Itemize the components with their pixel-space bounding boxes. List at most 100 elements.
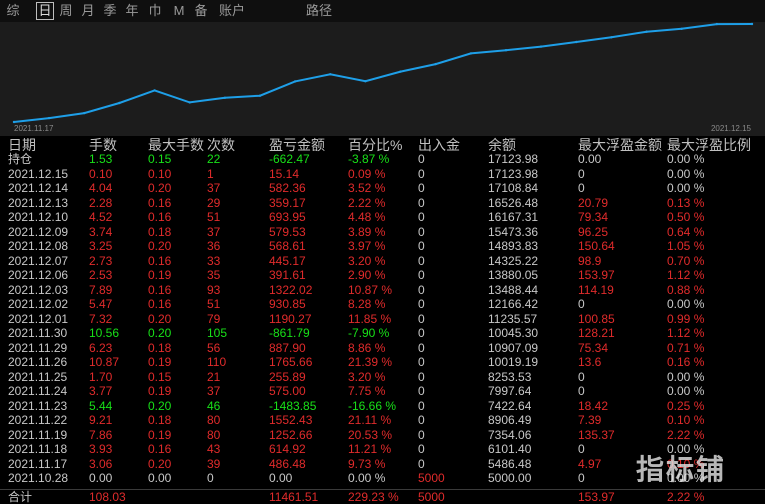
cell-io: 0 — [418, 428, 425, 443]
cell-pct: 0.09 % — [348, 167, 385, 182]
cell-date: 2021.11.30 — [8, 326, 67, 341]
tab-2[interactable]: 周 — [57, 0, 75, 22]
cell-pnl: 614.92 — [269, 442, 306, 457]
cell-io: 0 — [418, 457, 425, 472]
cell-mfe_amt: 128.21 — [578, 326, 615, 341]
cell-io: 0 — [418, 399, 425, 414]
cell-date: 2021.12.02 — [8, 297, 68, 312]
cell-date: 2021.11.29 — [8, 341, 67, 356]
tab-6[interactable]: 巾 — [146, 0, 164, 22]
table-row[interactable]: 持仓1.530.1522-662.47-3.87 %017123.980.000… — [0, 152, 765, 167]
table-row[interactable]: 2021.12.083.250.2036568.613.97 %014893.8… — [0, 239, 765, 254]
cell-io: 0 — [418, 413, 425, 428]
equity-curve-chart: 2021.11.172021.12.15 — [0, 22, 765, 136]
cell-io: 0 — [418, 210, 425, 225]
equity-point — [399, 70, 401, 72]
cell-mfe_pct: 1.12 % — [667, 326, 704, 341]
cell-mfe_pct: 0.10 % — [667, 413, 704, 428]
table-row[interactable]: 2021.11.3010.560.20105-861.79-7.90 %0100… — [0, 326, 765, 341]
tab-1[interactable]: 日 — [36, 2, 54, 20]
cell-date: 2021.11.17 — [8, 457, 67, 472]
cell-balance: 13880.05 — [488, 268, 538, 283]
cell-lots: 0.10 — [89, 167, 112, 182]
cell-balance: 11235.57 — [488, 312, 537, 327]
cell-pct: 3.20 % — [348, 370, 385, 385]
table-row[interactable]: 2021.11.235.440.2046-1483.85-16.66 %0742… — [0, 399, 765, 414]
cell-io: 5000 — [418, 471, 445, 486]
tab-0[interactable]: 综 — [4, 0, 22, 22]
cell-pct: 8.86 % — [348, 341, 385, 356]
cell-mfe_amt: 0 — [578, 471, 585, 486]
table-row[interactable]: 2021.11.251.700.1521255.893.20 %08253.53… — [0, 370, 765, 385]
cell-pct: 3.89 % — [348, 225, 385, 240]
cell-max_lots: 0.00 — [148, 471, 171, 486]
cell-count: 43 — [207, 442, 220, 457]
cell-mfe_pct: 0.64 % — [667, 225, 704, 240]
tab-10[interactable]: 路径 — [302, 0, 336, 22]
cell-pnl: 579.53 — [269, 225, 306, 240]
cell-max_lots: 0.20 — [148, 239, 171, 254]
cell-mfe_amt: 20.79 — [578, 196, 608, 211]
cell-max_lots: 0.19 — [148, 355, 171, 370]
cell-count: 21 — [207, 370, 220, 385]
tab-9[interactable]: 账户 — [215, 0, 249, 22]
cell-mfe_amt: 135.37 — [578, 428, 615, 443]
cell-balance: 8253.53 — [488, 370, 531, 385]
cell-lots: 4.04 — [89, 181, 112, 196]
cell-max_lots: 0.16 — [148, 196, 171, 211]
cell-pnl: -861.79 — [269, 326, 310, 341]
cell-pct: 2.90 % — [348, 268, 385, 283]
table-row[interactable]: 2021.11.2610.870.191101765.6621.39 %0100… — [0, 355, 765, 370]
table-row[interactable]: 2021.12.104.520.1651693.954.48 %016167.3… — [0, 210, 765, 225]
cell-date: 2021.12.01 — [8, 312, 68, 327]
cell-count: 33 — [207, 254, 220, 269]
equity-point — [224, 97, 226, 99]
cell-count: 79 — [207, 312, 220, 327]
cell-pct: 9.73 % — [348, 457, 385, 472]
table-row[interactable]: 2021.12.017.320.20791190.2711.85 %011235… — [0, 312, 765, 327]
tab-7[interactable]: M — [171, 0, 187, 22]
cell-max_lots: 0.18 — [148, 225, 171, 240]
cell-mfe_amt: 0 — [578, 370, 585, 385]
tab-3[interactable]: 月 — [79, 0, 97, 22]
cell-mfe_amt: 75.34 — [578, 341, 608, 356]
cell-date: 2021.11.23 — [8, 399, 67, 414]
cell-max_lots: 0.19 — [148, 268, 171, 283]
cell-date: 2021.12.10 — [8, 210, 68, 225]
table-row[interactable]: 2021.12.025.470.1651930.858.28 %012166.4… — [0, 297, 765, 312]
table-row[interactable]: 2021.11.197.860.19801252.6620.53 %07354.… — [0, 428, 765, 443]
cell-pnl: 445.17 — [269, 254, 306, 269]
cell-io: 0 — [418, 152, 425, 167]
table-row[interactable]: 2021.11.243.770.1937575.007.75 %07997.64… — [0, 384, 765, 399]
cell-pnl: 486.48 — [269, 457, 306, 472]
tab-8[interactable]: 备 — [192, 0, 210, 22]
cell-lots: 2.53 — [89, 268, 112, 283]
table-row[interactable]: 2021.12.072.730.1633445.173.20 %014325.2… — [0, 254, 765, 269]
table-total-row[interactable]: 合计108.0311461.51229.23 %5000153.972.22 % — [0, 489, 765, 504]
cell-io: 0 — [418, 312, 425, 327]
cell-pct: 2.22 % — [348, 196, 385, 211]
cell-balance: 14325.22 — [488, 254, 538, 269]
cell-count: 110 — [207, 355, 226, 370]
table-row[interactable]: 2021.12.037.890.16931322.0210.87 %013488… — [0, 283, 765, 298]
tab-5[interactable]: 年 — [123, 0, 141, 22]
equity-point — [716, 23, 718, 25]
cell-count: 37 — [207, 225, 220, 240]
tab-4[interactable]: 季 — [101, 0, 119, 22]
table-row[interactable]: 2021.11.296.230.1856887.908.86 %010907.0… — [0, 341, 765, 356]
cell-mfe_pct: 2.22 % — [667, 428, 704, 443]
cell-date: 2021.11.18 — [8, 442, 67, 457]
cell-date: 合计 — [8, 490, 32, 504]
table-row[interactable]: 2021.12.062.530.1935391.612.90 %013880.0… — [0, 268, 765, 283]
table-row[interactable]: 2021.12.132.280.1629359.172.22 %016526.4… — [0, 196, 765, 211]
cell-lots: 0.00 — [89, 471, 112, 486]
cell-lots: 3.93 — [89, 442, 112, 457]
cell-mfe_amt: 0 — [578, 384, 585, 399]
table-row[interactable]: 2021.12.093.740.1837579.533.89 %015473.3… — [0, 225, 765, 240]
table-row[interactable]: 2021.12.150.100.10115.140.09 %017123.980… — [0, 167, 765, 182]
table-row[interactable]: 2021.11.229.210.18801552.4321.11 %08906.… — [0, 413, 765, 428]
cell-mfe_pct: 0.88 % — [667, 283, 704, 298]
cell-lots: 1.70 — [89, 370, 112, 385]
table-row[interactable]: 2021.12.144.040.2037582.363.52 %017108.8… — [0, 181, 765, 196]
equity-point — [751, 23, 753, 25]
